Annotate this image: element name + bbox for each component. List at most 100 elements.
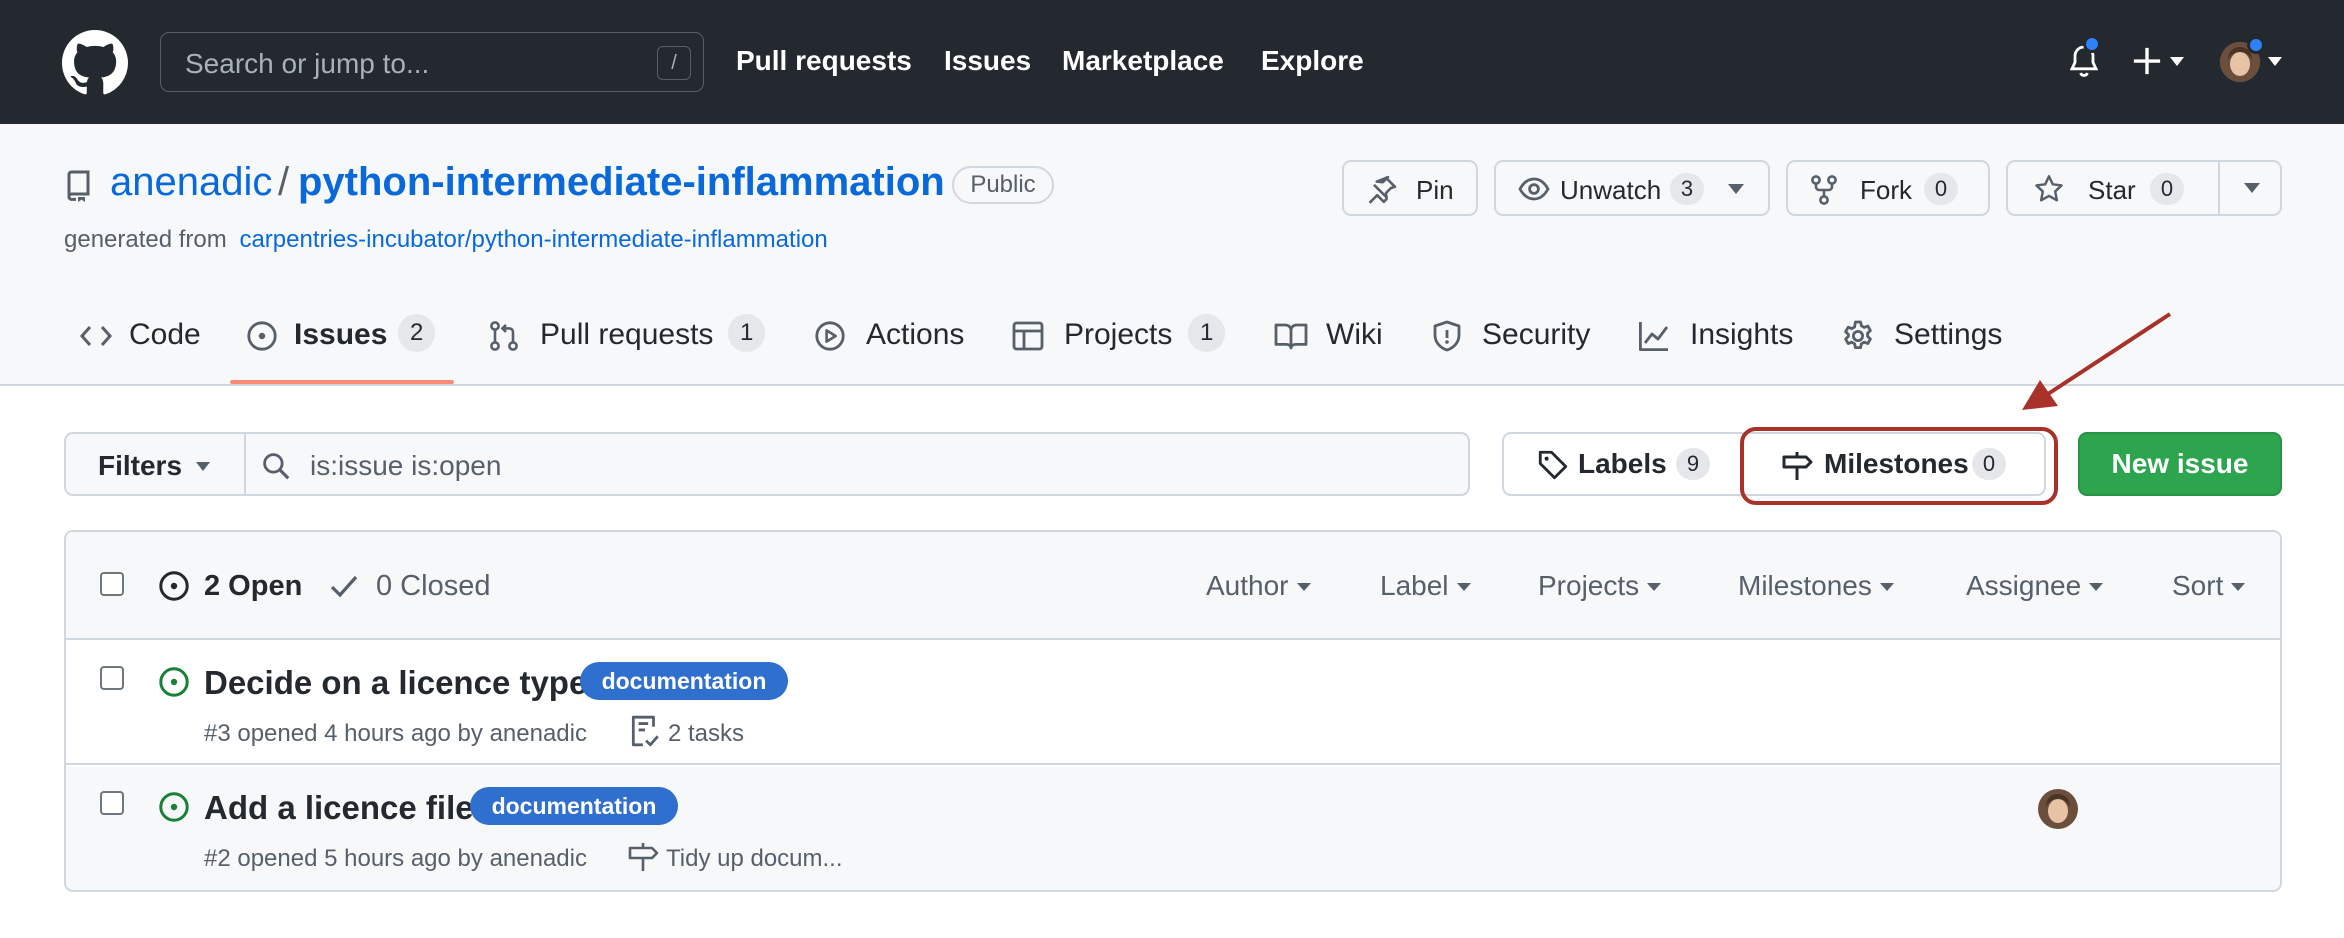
issue-milestone-link[interactable]: Tidy up docum...: [666, 845, 843, 873]
projects-filter[interactable]: Projects: [1538, 570, 1662, 602]
graph-icon: [1638, 320, 1670, 352]
chevron-down-icon[interactable]: [1728, 184, 1744, 194]
repo-icon: [64, 170, 92, 204]
chevron-down-icon: [2231, 583, 2246, 591]
generated-from-line: generated from carpentries-incubator/pyt…: [64, 226, 828, 254]
author-filter[interactable]: Author: [1206, 570, 1311, 602]
assignee-filter-label: Assignee: [1966, 570, 2082, 601]
tab-insights[interactable]: Insights: [1690, 318, 1793, 352]
sort-filter[interactable]: Sort: [2172, 570, 2246, 602]
code-icon: [80, 322, 112, 350]
issue-checkbox[interactable]: [100, 791, 124, 815]
tab-actions[interactable]: Actions: [866, 318, 964, 352]
global-header: Search or jump to... / Pull requests Iss…: [0, 0, 2344, 124]
tab-settings[interactable]: Settings: [1894, 318, 2002, 352]
book-icon: [1274, 322, 1308, 350]
tab-projects[interactable]: Projects: [1064, 318, 1172, 352]
github-logo-icon[interactable]: [62, 30, 128, 96]
tab-issues-count: 2: [398, 314, 436, 352]
issue-search-value: is:issue is:open: [310, 450, 502, 481]
issue-title-link[interactable]: Add a licence file: [204, 789, 474, 827]
issue-label-badge[interactable]: documentation: [580, 662, 788, 700]
fork-button[interactable]: Fork 0: [1786, 160, 1990, 216]
chevron-down-icon: [2170, 57, 2184, 66]
search-placeholder: Search or jump to...: [185, 48, 430, 79]
repo-path-separator: /: [278, 160, 290, 204]
notification-dot: [2083, 35, 2101, 53]
watch-button[interactable]: Unwatch 3: [1494, 160, 1770, 216]
star-button-group: Star 0: [2006, 160, 2282, 216]
nav-issues[interactable]: Issues: [944, 45, 1031, 77]
filters-dropdown[interactable]: Filters: [64, 432, 246, 496]
label-filter-label: Label: [1380, 570, 1449, 601]
chevron-down-icon[interactable]: [2244, 183, 2260, 193]
star-count: 0: [2150, 173, 2184, 205]
issue-meta: #2 opened 5 hours ago by anenadic: [204, 845, 587, 872]
milestone-icon: [628, 841, 660, 873]
git-pull-request-icon: [488, 320, 520, 352]
issue-search-input[interactable]: is:issue is:open: [244, 432, 1470, 496]
repo-name-link[interactable]: python-intermediate-inflammation: [298, 160, 945, 205]
chevron-down-icon: [1296, 583, 1311, 591]
tab-wiki[interactable]: Wiki: [1326, 318, 1383, 352]
generated-from-label: generated from: [64, 226, 227, 253]
fork-count: 0: [1924, 173, 1958, 205]
open-issues-filter[interactable]: 2 Open: [204, 570, 302, 603]
pin-button[interactable]: Pin: [1342, 160, 1478, 216]
label-filter[interactable]: Label: [1380, 570, 1471, 602]
template-repo-link[interactable]: carpentries-incubator/python-intermediat…: [239, 226, 827, 253]
avatar-status-dot: [2247, 36, 2265, 54]
milestones-filter[interactable]: Milestones: [1738, 570, 1894, 602]
star-icon: [2034, 174, 2064, 204]
tab-security[interactable]: Security: [1482, 318, 1590, 352]
chevron-down-icon: [1879, 583, 1894, 591]
issue-title-link[interactable]: Decide on a licence type: [204, 664, 587, 702]
tasklist-icon: [630, 714, 660, 748]
annotation-arrow-icon: [2010, 308, 2182, 420]
new-issue-button[interactable]: New issue: [2078, 432, 2282, 496]
nav-marketplace[interactable]: Marketplace: [1062, 45, 1224, 77]
nav-pull-requests[interactable]: Pull requests: [736, 45, 912, 77]
table-icon: [1012, 321, 1044, 351]
chevron-down-icon: [196, 462, 210, 471]
search-input[interactable]: Search or jump to... /: [160, 32, 704, 92]
tab-issues[interactable]: Issues: [294, 318, 387, 352]
chevron-down-icon: [2089, 583, 2104, 591]
labels-label: Labels: [1578, 448, 1667, 479]
divider: [2218, 162, 2220, 214]
sort-filter-label: Sort: [2172, 570, 2224, 601]
eye-icon: [1518, 176, 1550, 202]
nav-explore[interactable]: Explore: [1261, 45, 1364, 77]
issue-label-badge[interactable]: documentation: [470, 787, 678, 825]
pin-icon: [1366, 174, 1398, 206]
labels-button[interactable]: Labels 9: [1504, 434, 1742, 494]
watch-label: Unwatch: [1560, 175, 1662, 205]
star-button[interactable]: Star 0: [2008, 162, 2218, 214]
issue-meta: #3 opened 4 hours ago by anenadic: [204, 720, 587, 747]
issue-task-count[interactable]: 2 tasks: [668, 720, 744, 748]
tag-icon: [1538, 450, 1568, 480]
gear-icon: [1842, 320, 1874, 352]
issue-checkbox[interactable]: [100, 666, 124, 690]
tab-pull-requests-count: 1: [728, 314, 766, 352]
tab-pull-requests[interactable]: Pull requests: [540, 318, 713, 352]
play-icon: [814, 320, 846, 352]
assignee-filter[interactable]: Assignee: [1966, 570, 2104, 602]
issue-row[interactable]: Decide on a licence type documentation #…: [66, 640, 2280, 765]
tab-code[interactable]: Code: [129, 318, 201, 352]
assignee-avatar[interactable]: [2038, 789, 2078, 829]
issue-row[interactable]: Add a licence file documentation #2 open…: [66, 767, 2280, 890]
watch-count: 3: [1670, 173, 1704, 205]
repo-owner-link[interactable]: anenadic: [110, 160, 272, 205]
issue-opened-icon: [158, 570, 190, 602]
issues-list-header: 2 Open 0 Closed Author Label Projects Mi…: [66, 532, 2280, 640]
issues-list: 2 Open 0 Closed Author Label Projects Mi…: [64, 530, 2282, 892]
fork-icon: [1810, 174, 1838, 206]
annotation-highlight-box: [1740, 427, 2058, 505]
closed-issues-filter[interactable]: 0 Closed: [376, 570, 490, 603]
create-new-plus-icon[interactable]: [2132, 46, 2162, 76]
fork-label: Fork: [1860, 175, 1912, 205]
check-icon: [330, 574, 358, 598]
select-all-checkbox[interactable]: [100, 572, 124, 596]
labels-count: 9: [1676, 448, 1710, 480]
